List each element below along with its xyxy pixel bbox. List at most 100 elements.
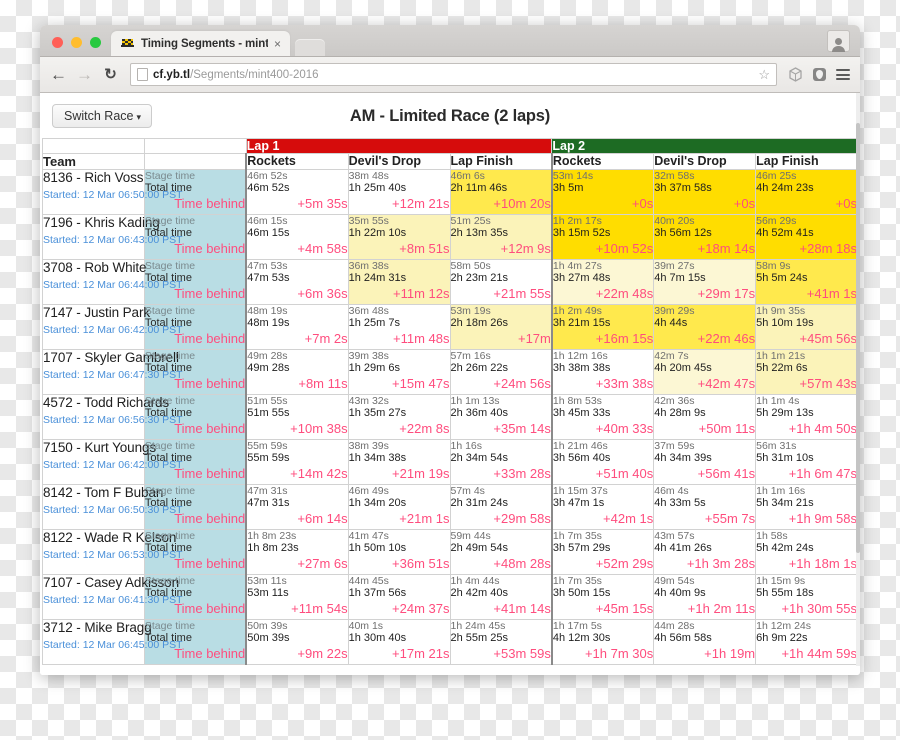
segment-cell[interactable]: 1h 9m 35s 5h 10m 19s +45m 56s (755, 304, 858, 350)
team-cell[interactable]: 3712 - Mike Bragg Started: 12 Mar 06:45:0… (42, 619, 183, 665)
table-row[interactable]: 3708 - Rob White Started: 12 Mar 06:44:00… (42, 259, 858, 305)
segment-cell[interactable]: 1h 4m 44s 2h 42m 40s +41m 14s (449, 574, 553, 620)
table-row[interactable]: 7196 - Khris Kading Started: 12 Mar 06:43… (42, 214, 858, 260)
segment-cell[interactable]: 44m 45s 1h 37m 56s +24m 37s (347, 574, 451, 620)
segment-cell[interactable]: 1h 15m 37s 3h 47m 1s +42m 1s (550, 484, 655, 530)
segment-cell[interactable]: 1h 17m 5s 4h 12m 30s +1h 7m 30s (550, 619, 655, 665)
segment-cell[interactable]: 46m 6s 2h 11m 46s +10m 20s (449, 169, 553, 215)
table-row[interactable]: 7147 - Justin Park Started: 12 Mar 06:42:… (42, 304, 858, 350)
segment-cell[interactable]: 47m 53s 47m 53s +6m 36s (245, 259, 349, 305)
team-cell[interactable]: 7196 - Khris Kading Started: 12 Mar 06:43… (42, 214, 183, 260)
segment-header-1[interactable]: Devil's Drop (347, 153, 451, 170)
segment-cell[interactable]: 39m 38s 1h 29m 6s +15m 47s (347, 349, 451, 395)
segment-cell[interactable]: 56m 31s 5h 31m 10s +1h 6m 47s (755, 439, 858, 485)
segment-cell[interactable]: 50m 39s 50m 39s +9m 22s (245, 619, 349, 665)
segment-cell[interactable]: 1h 1m 4s 5h 29m 13s +1h 4m 50s (755, 394, 858, 440)
segment-cell[interactable]: 1h 7m 35s 3h 57m 29s +52m 29s (550, 529, 655, 575)
segment-cell[interactable]: 39m 29s 4h 44s +22m 46s (653, 304, 757, 350)
segment-cell[interactable]: 59m 44s 2h 49m 54s +48m 28s (449, 529, 553, 575)
segment-cell[interactable]: 1h 58s 5h 42m 24s +1h 18m 1s (755, 529, 858, 575)
close-window-button[interactable] (52, 37, 63, 48)
segment-cell[interactable]: 1h 4m 27s 3h 27m 48s +22m 48s (550, 259, 655, 305)
pocket-extension-icon[interactable] (812, 67, 827, 82)
segment-cell[interactable]: 51m 55s 51m 55s +10m 38s (245, 394, 349, 440)
segment-cell[interactable]: 1h 1m 21s 5h 22m 6s +57m 43s (755, 349, 858, 395)
segment-cell[interactable]: 1h 8m 23s 1h 8m 23s +27m 6s (245, 529, 349, 575)
scrollbar-thumb[interactable] (856, 123, 860, 553)
reload-icon[interactable]: ↻ (102, 67, 119, 82)
segment-cell[interactable]: 46m 25s 4h 24m 23s +0s (755, 169, 858, 215)
segment-cell[interactable]: 58m 9s 5h 5m 24s +41m 1s (755, 259, 858, 305)
segment-header-0[interactable]: Rockets (245, 153, 349, 170)
segment-cell[interactable]: 1h 12m 16s 3h 38m 38s +33m 38s (550, 349, 655, 395)
segment-cell[interactable]: 1h 15m 9s 5h 55m 18s +1h 30m 55s (755, 574, 858, 620)
team-cell[interactable]: 4572 - Todd Richards Started: 12 Mar 06:5… (42, 394, 183, 440)
segment-header-2[interactable]: Lap Finish (449, 153, 553, 170)
profile-button[interactable] (827, 30, 850, 52)
segment-cell[interactable]: 49m 54s 4h 40m 9s +1h 2m 11s (653, 574, 757, 620)
segment-cell[interactable]: 1h 2m 17s 3h 15m 52s +10m 52s (550, 214, 655, 260)
segment-cell[interactable]: 1h 12m 24s 6h 9m 22s +1h 44m 59s (755, 619, 858, 665)
team-cell[interactable]: 8142 - Tom F Buban Started: 12 Mar 06:50:… (42, 484, 183, 530)
segment-cell[interactable]: 57m 4s 2h 31m 24s +29m 58s (449, 484, 553, 530)
forward-icon[interactable]: → (76, 66, 93, 83)
segment-cell[interactable]: 40m 20s 3h 56m 12s +18m 14s (653, 214, 757, 260)
table-row[interactable]: 7150 - Kurt Youngs Started: 12 Mar 06:42:… (42, 439, 858, 485)
segment-cell[interactable]: 37m 59s 4h 34m 39s +56m 41s (653, 439, 757, 485)
minimize-window-button[interactable] (71, 37, 82, 48)
page-info-icon[interactable] (137, 68, 148, 81)
team-cell[interactable]: 7147 - Justin Park Started: 12 Mar 06:42:… (42, 304, 183, 350)
segment-cell[interactable]: 35m 55s 1h 22m 10s +8m 51s (347, 214, 451, 260)
segment-cell[interactable]: 53m 19s 2h 18m 26s +17m (449, 304, 553, 350)
segment-cell[interactable]: 55m 59s 55m 59s +14m 42s (245, 439, 349, 485)
segment-header-5[interactable]: Lap Finish (755, 153, 858, 170)
segment-cell[interactable]: 40m 1s 1h 30m 40s +17m 21s (347, 619, 451, 665)
segment-cell[interactable]: 44m 28s 4h 56m 58s +1h 19m (653, 619, 757, 665)
segment-cell[interactable]: 42m 36s 4h 28m 9s +50m 11s (653, 394, 757, 440)
segment-cell[interactable]: 43m 57s 4h 41m 26s +1h 3m 28s (653, 529, 757, 575)
team-cell[interactable]: 3708 - Rob White Started: 12 Mar 06:44:00… (42, 259, 183, 305)
bookmark-star-icon[interactable]: ☆ (758, 67, 770, 83)
segment-cell[interactable]: 36m 48s 1h 25m 7s +11m 48s (347, 304, 451, 350)
team-cell[interactable]: 8136 - Rich Voss Started: 12 Mar 06:50:00… (42, 169, 183, 215)
segment-cell[interactable]: 46m 52s 46m 52s +5m 35s (245, 169, 349, 215)
table-row[interactable]: 3712 - Mike Bragg Started: 12 Mar 06:45:0… (42, 619, 858, 665)
segment-cell[interactable]: 39m 27s 4h 7m 15s +29m 17s (653, 259, 757, 305)
segment-cell[interactable]: 58m 50s 2h 23m 21s +21m 55s (449, 259, 553, 305)
segment-header-4[interactable]: Devil's Drop (653, 153, 757, 170)
table-row[interactable]: 1707 - Skyler Gambrell Started: 12 Mar 06… (42, 349, 858, 395)
segment-cell[interactable]: 32m 58s 3h 37m 58s +0s (653, 169, 757, 215)
segment-cell[interactable]: 46m 49s 1h 34m 20s +21m 1s (347, 484, 451, 530)
team-cell[interactable]: 1707 - Skyler Gambrell Started: 12 Mar 06… (42, 349, 183, 395)
segment-cell[interactable]: 53m 14s 3h 5m +0s (550, 169, 655, 215)
segment-cell[interactable]: 1h 16s 2h 34m 54s +33m 28s (449, 439, 553, 485)
segment-cell[interactable]: 42m 7s 4h 20m 45s +42m 47s (653, 349, 757, 395)
segment-cell[interactable]: 46m 15s 46m 15s +4m 58s (245, 214, 349, 260)
back-icon[interactable]: ← (50, 66, 67, 83)
segment-header-3[interactable]: Rockets (550, 153, 655, 170)
table-row[interactable]: 8136 - Rich Voss Started: 12 Mar 06:50:00… (42, 169, 858, 215)
team-cell[interactable]: 7150 - Kurt Youngs Started: 12 Mar 06:42:… (42, 439, 183, 485)
segment-cell[interactable]: 1h 2m 49s 3h 21m 15s +16m 15s (550, 304, 655, 350)
segment-cell[interactable]: 38m 39s 1h 34m 38s +21m 19s (347, 439, 451, 485)
segment-cell[interactable]: 47m 31s 47m 31s +6m 14s (245, 484, 349, 530)
segment-cell[interactable]: 36m 38s 1h 24m 31s +11m 12s (347, 259, 451, 305)
new-tab-button[interactable] (295, 39, 325, 56)
table-row[interactable]: 8142 - Tom F Buban Started: 12 Mar 06:50:… (42, 484, 858, 530)
team-cell[interactable]: 8122 - Wade R Kelson Started: 12 Mar 06:5… (42, 529, 183, 575)
address-bar[interactable]: cf.yb.tl/Segments/mint400-2016 ☆ (130, 63, 777, 86)
segment-cell[interactable]: 51m 25s 2h 13m 35s +12m 9s (449, 214, 553, 260)
browser-tab[interactable]: Timing Segments - mint40... × (111, 31, 290, 56)
switch-race-button[interactable]: Switch Race ▾ (52, 103, 153, 129)
segment-cell[interactable]: 43m 32s 1h 35m 27s +22m 8s (347, 394, 451, 440)
segment-cell[interactable]: 41m 47s 1h 50m 10s +36m 51s (347, 529, 451, 575)
segment-cell[interactable]: 1h 1m 16s 5h 34m 21s +1h 9m 58s (755, 484, 858, 530)
segment-cell[interactable]: 1h 1m 13s 2h 36m 40s +35m 14s (449, 394, 553, 440)
segment-cell[interactable]: 1h 8m 53s 3h 45m 33s +40m 33s (550, 394, 655, 440)
close-icon[interactable]: × (274, 38, 281, 50)
segment-cell[interactable]: 56m 29s 4h 52m 41s +28m 18s (755, 214, 858, 260)
table-row[interactable]: 7107 - Casey Adkisson Started: 12 Mar 06:… (42, 574, 858, 620)
segment-cell[interactable]: 1h 21m 46s 3h 56m 40s +51m 40s (550, 439, 655, 485)
team-cell[interactable]: 7107 - Casey Adkisson Started: 12 Mar 06:… (42, 574, 183, 620)
segment-cell[interactable]: 49m 28s 49m 28s +8m 11s (245, 349, 349, 395)
